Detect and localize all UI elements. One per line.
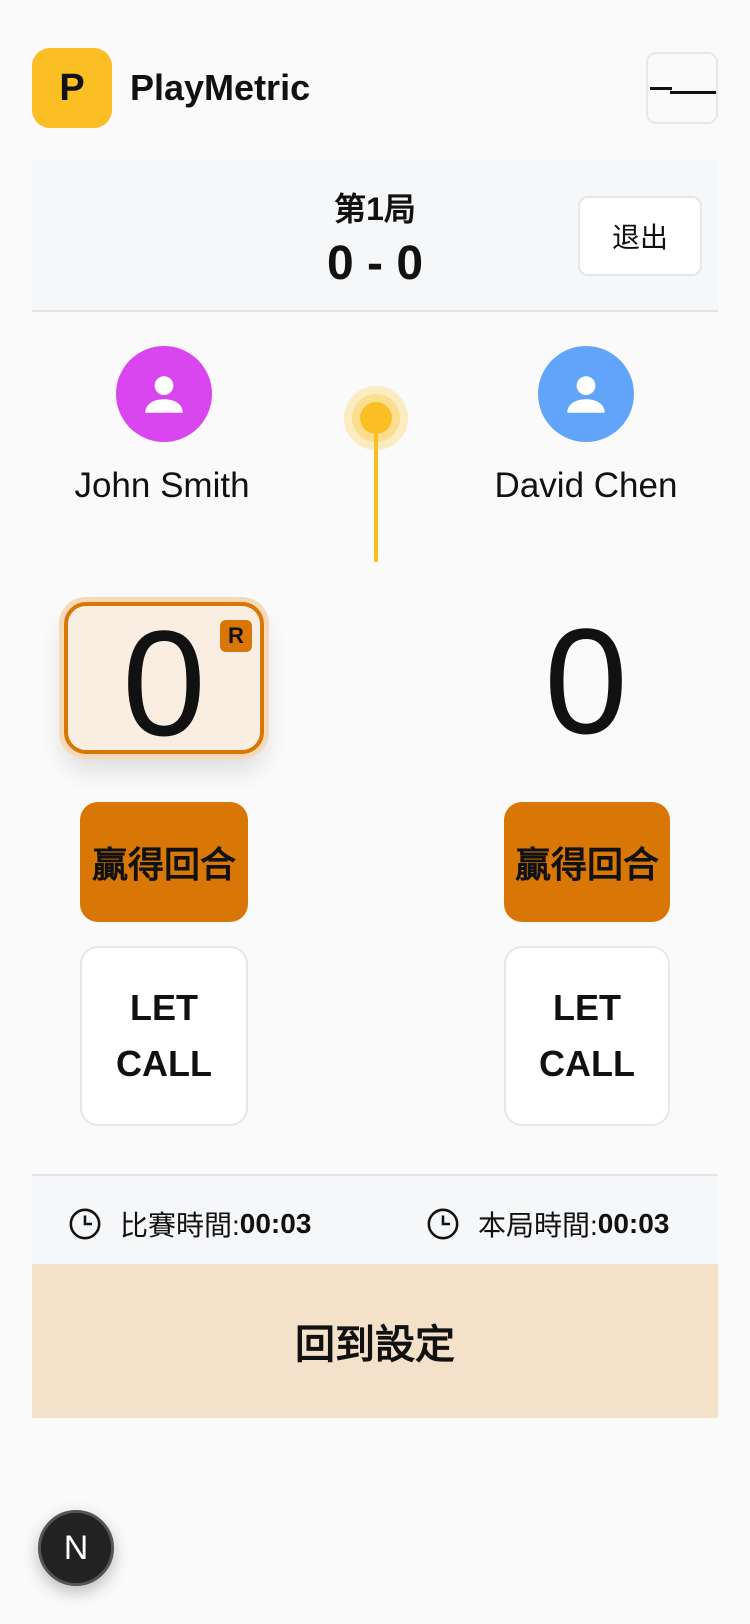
app-name: PlayMetric	[130, 67, 311, 108]
user-icon	[145, 376, 183, 413]
user-icon	[567, 376, 605, 413]
serve-badge: R	[220, 620, 252, 652]
game-panel: 第1局 0 - 0 退出	[32, 160, 718, 312]
clock-icon	[69, 1208, 101, 1240]
player2-name: David Chen	[494, 466, 678, 505]
game-time-value: 00:03	[597, 1208, 670, 1239]
menu-button[interactable]	[646, 52, 718, 124]
serve-indicator-line	[374, 418, 378, 562]
player1-let-call-button[interactable]: LET CALL	[80, 946, 248, 1126]
exit-button[interactable]: 退出	[578, 196, 702, 276]
player2-score: 0	[544, 597, 628, 765]
match-time-label: 比賽時間:	[120, 1210, 240, 1241]
back-to-settings-button[interactable]: 回到設定	[32, 1264, 718, 1418]
player2-let-call-button[interactable]: LET CALL	[504, 946, 670, 1126]
clock-icon	[427, 1208, 459, 1240]
game-timer: 本局時間: 00:03	[426, 1204, 669, 1244]
menu-icon	[650, 87, 672, 90]
match-timer: 比賽時間: 00:03	[68, 1204, 311, 1244]
player2-avatar	[538, 346, 634, 442]
player1-win-rally-button[interactable]: 贏得回合	[80, 802, 248, 922]
player1-score-box: 0 R	[64, 602, 264, 758]
player1-name: John Smith	[74, 466, 250, 505]
game-time-label: 本局時間:	[478, 1210, 598, 1241]
app-logo: P	[32, 48, 112, 128]
player1-avatar	[116, 346, 212, 442]
n-badge-button[interactable]: N	[38, 1510, 114, 1586]
timer-bar: 比賽時間: 00:03 本局時間: 00:03	[32, 1174, 718, 1264]
app-header: P PlayMetric	[32, 48, 718, 128]
match-time-value: 00:03	[239, 1208, 312, 1239]
player2-win-rally-button[interactable]: 贏得回合	[504, 802, 670, 922]
